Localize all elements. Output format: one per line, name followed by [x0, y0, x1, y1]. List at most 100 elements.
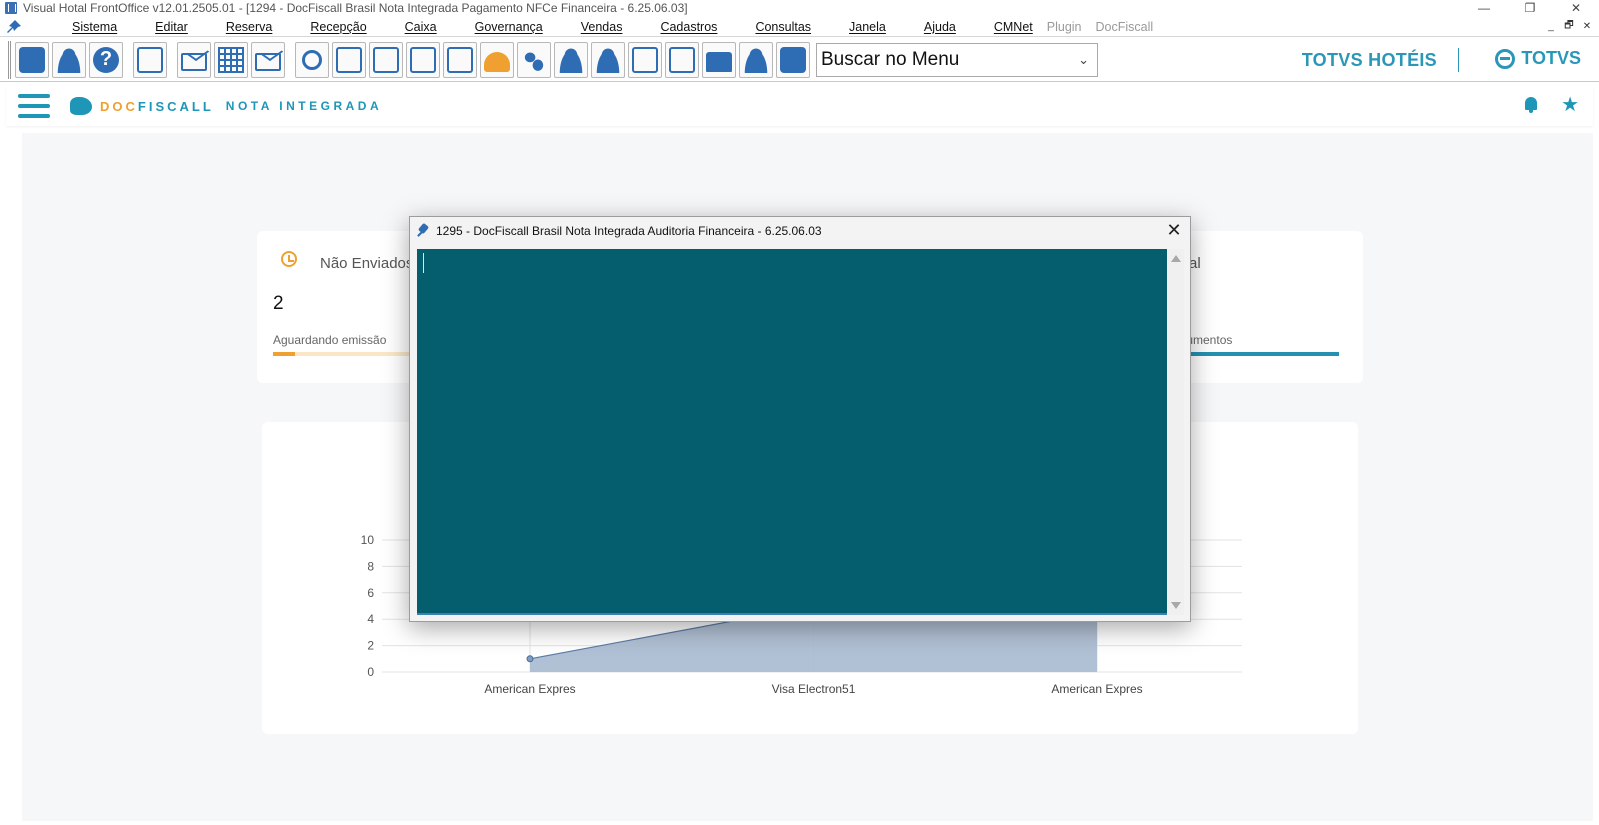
modal-title: 1295 - DocFiscall Brasil Nota Integrada … — [436, 224, 822, 238]
menu-plugin[interactable]: Plugin — [1047, 20, 1082, 34]
nao-enviados-label: Não Enviados — [320, 255, 414, 272]
org-chart-button[interactable] — [133, 41, 167, 78]
mail-send-icon — [255, 52, 281, 71]
bell-service-button[interactable] — [480, 41, 514, 78]
user-key-icon — [56, 46, 82, 73]
aguardando-progress-bar — [273, 352, 418, 356]
totvs-logo-icon — [1495, 48, 1516, 69]
y-tick-label: 2 — [367, 639, 374, 653]
service-users-button[interactable] — [591, 41, 625, 78]
building-edit-button[interactable] — [214, 41, 248, 78]
menu-governanca[interactable]: Governança — [475, 20, 543, 34]
mail-send-button[interactable] — [251, 41, 285, 78]
menu-editar[interactable]: Editar — [155, 20, 188, 34]
list-report-icon — [669, 46, 695, 73]
window-titlebar: Visual Hotal FrontOffice v12.01.2505.01 … — [0, 0, 1599, 16]
menu-docfiscall[interactable]: DocFiscall — [1096, 20, 1154, 34]
x-tick-label: Visa Electron51 — [772, 682, 856, 696]
user-key-button[interactable] — [52, 41, 86, 78]
mail-button[interactable] — [177, 41, 211, 78]
menu-reserva[interactable]: Reserva — [226, 20, 273, 34]
modal-close-button[interactable]: ✕ — [1164, 221, 1184, 241]
menu-vendas[interactable]: Vendas — [581, 20, 623, 34]
modal-scrollbar[interactable] — [1168, 249, 1184, 615]
search-icon — [302, 49, 322, 70]
calendar-button[interactable] — [332, 41, 366, 78]
brand-divider — [1458, 48, 1459, 72]
y-tick-label: 4 — [367, 612, 374, 626]
search-menu-combobox[interactable]: Buscar no Menu ⌄ — [816, 42, 1098, 77]
nao-enviados-count: 2 — [273, 293, 284, 314]
notification-bell-icon[interactable] — [1523, 96, 1539, 114]
mdi-pin-icon[interactable] — [6, 19, 22, 35]
add-user-icon — [558, 46, 584, 73]
org-chart-icon — [137, 46, 163, 73]
exit-button[interactable] — [15, 41, 49, 78]
footsteps-button[interactable] — [517, 41, 551, 78]
cash-report-icon — [632, 46, 658, 73]
y-tick-label: 10 — [361, 533, 375, 547]
scroll-up-arrow-icon[interactable] — [1171, 255, 1181, 262]
window-title: Visual Hotal FrontOffice v12.01.2505.01 … — [23, 1, 688, 15]
maximize-button[interactable]: ❐ — [1507, 0, 1553, 16]
close-button[interactable]: ✕ — [1553, 0, 1599, 16]
text-caret — [423, 253, 424, 273]
menu-cadastros[interactable]: Cadastros — [660, 20, 717, 34]
scroll-down-arrow-icon[interactable] — [1171, 602, 1181, 609]
mdi-restore-button[interactable]: 🗗 — [1561, 19, 1577, 34]
favorite-star-icon[interactable]: ★ — [1561, 95, 1579, 115]
add-user-button[interactable] — [554, 41, 588, 78]
menu-recepcao[interactable]: Recepção — [310, 20, 366, 34]
y-tick-label: 0 — [367, 665, 374, 679]
list-report-button[interactable] — [665, 41, 699, 78]
docfiscall-logo: DOCFISCALL — [100, 98, 214, 114]
minimize-button[interactable]: — — [1461, 0, 1507, 16]
cash-report-button[interactable] — [628, 41, 662, 78]
aguardando-label: Aguardando emissão — [273, 333, 387, 347]
brazil-map-icon — [70, 97, 92, 115]
menu-sistema[interactable]: Sistema — [72, 20, 117, 34]
aguardando-progress-fill — [273, 352, 295, 356]
menu-ajuda[interactable]: Ajuda — [924, 20, 956, 34]
app-header: DOCFISCALL NOTA INTEGRADA ★ — [6, 86, 1593, 126]
mail-icon — [181, 52, 207, 71]
guest-card-button[interactable] — [369, 41, 403, 78]
exit-icon — [19, 46, 45, 73]
window-controls: — ❐ ✕ — [1461, 0, 1599, 16]
checklist-button[interactable] — [443, 41, 477, 78]
guest-card-2-button[interactable] — [406, 41, 440, 78]
address-book-button[interactable] — [776, 41, 810, 78]
data-point — [526, 655, 534, 663]
mdi-close-button[interactable]: ✕ — [1579, 19, 1595, 34]
hamburger-menu-icon[interactable] — [18, 94, 50, 118]
x-tick-label: American Expres — [484, 682, 575, 696]
maid-button[interactable] — [739, 41, 773, 78]
chevron-down-icon[interactable]: ⌄ — [1078, 52, 1089, 68]
mdi-minimize-button[interactable]: _ — [1543, 19, 1559, 34]
checklist-icon — [447, 46, 473, 73]
guest-card-2-icon — [410, 46, 436, 73]
totvs-logo-text: TOTVS — [1521, 48, 1581, 68]
pin-icon — [416, 224, 430, 238]
service-users-icon — [595, 46, 621, 73]
bell-service-icon — [484, 51, 510, 72]
footsteps-icon — [521, 46, 547, 73]
clock-icon — [281, 251, 297, 267]
mdi-controls: _ 🗗 ✕ — [1543, 19, 1595, 34]
calendar-icon — [336, 46, 362, 73]
y-tick-label: 6 — [367, 586, 374, 600]
modal-text-area[interactable] — [417, 249, 1167, 615]
guest-card-icon — [373, 46, 399, 73]
auditoria-modal: 1295 - DocFiscall Brasil Nota Integrada … — [409, 216, 1191, 622]
search-menu-value: Buscar no Menu — [821, 48, 960, 70]
menu-caixa[interactable]: Caixa — [405, 20, 437, 34]
help-button[interactable]: ? — [89, 41, 123, 78]
menu-janela[interactable]: Janela — [849, 20, 886, 34]
cash-register-button[interactable] — [702, 41, 736, 78]
maid-icon — [743, 46, 769, 73]
toolbar-grip[interactable] — [8, 40, 11, 79]
search-button[interactable] — [295, 41, 329, 78]
cash-register-icon — [706, 51, 732, 72]
menu-cmnet[interactable]: CMNet — [994, 20, 1033, 34]
menu-consultas[interactable]: Consultas — [755, 20, 811, 34]
